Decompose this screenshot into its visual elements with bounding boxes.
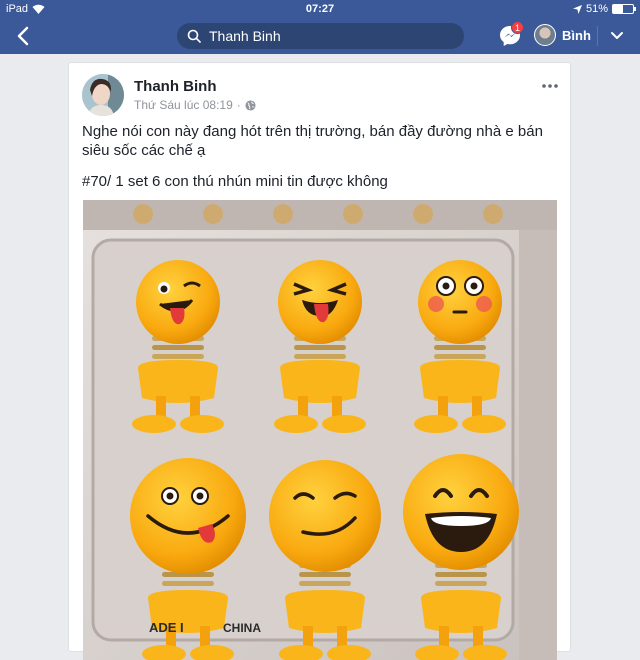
avatar [534,24,556,46]
post-timestamp[interactable]: Thứ Sáu lúc 08:19 [134,98,233,112]
box-print-mid: CHINA [223,621,261,635]
post-card: Thanh Binh Thứ Sáu lúc 08:19 · Nghe nói … [68,62,571,660]
menu-dropdown-button[interactable] [609,28,625,44]
meta-separator: · [236,98,241,112]
emoji-spring-toys-image: ADE I CHINA [83,200,557,660]
profile-name: Bình [562,27,591,43]
back-button[interactable] [16,24,36,48]
author-photo [82,74,124,116]
post-meta: Thứ Sáu lúc 08:19 · [134,98,256,112]
post-text-paragraph-1: Nghe nói con này đang hót trên thị trườn… [82,123,543,159]
status-time: 07:27 [305,3,335,15]
profile-shortcut[interactable]: Bình [534,24,591,46]
more-options-button[interactable] [542,77,558,88]
chevron-left-icon [17,26,29,46]
battery-fill [613,5,624,13]
battery-percent: 51% [585,3,608,15]
status-bar: iPad 07:27 51% [0,0,640,18]
search-value: Thanh Binh [209,28,281,44]
globe-icon [245,99,256,111]
search-input[interactable]: Thanh Binh [177,23,464,49]
status-right: 51% [572,3,636,15]
post-photo[interactable]: ADE I CHINA [83,200,557,660]
post-author-avatar[interactable] [82,74,124,116]
notification-badge: 1 [511,21,524,34]
battery-icon [612,4,636,14]
box-print-left: ADE I [149,620,184,635]
nav-divider [597,26,598,46]
chevron-down-icon [611,32,623,39]
ellipsis-icon [542,84,558,88]
post-author-name[interactable]: Thanh Binh [134,78,217,95]
location-arrow-icon [572,4,582,14]
top-navigation-bar: Thanh Binh 1 Bình [0,18,640,54]
search-icon [187,29,201,43]
post-text-paragraph-2: #70/ 1 set 6 con thú nhún mini tin được … [82,173,388,190]
